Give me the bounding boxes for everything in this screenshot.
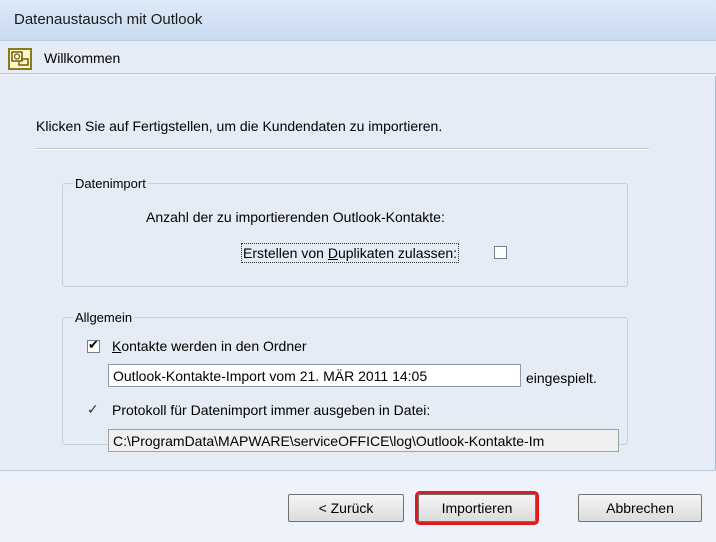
outlook-import-icon	[8, 48, 32, 70]
duplicates-label-part: Erstellen von	[243, 245, 328, 261]
allgemein-legend: Allgemein	[75, 310, 133, 325]
window-title-bar: Datenaustausch mit Outlook	[0, 0, 716, 40]
wizard-footer: < Zurück Importieren Abbrechen	[0, 470, 716, 542]
wizard-content: Klicken Sie auf Fertigstellen, um die Ku…	[0, 76, 716, 470]
duplicates-checkbox[interactable]	[494, 246, 507, 259]
contacts-folder-label[interactable]: Kontakte werden in den Ordner	[112, 338, 307, 354]
folder-suffix-label: eingespielt.	[526, 370, 597, 386]
folder-name-input[interactable]: Outlook-Kontakte-Import vom 21. MÄR 2011…	[108, 364, 521, 387]
contact-count-label: Anzahl der zu importierenden Outlook-Kon…	[146, 209, 445, 225]
duplicates-label[interactable]: Erstellen von Duplikaten zulassen:	[240, 243, 460, 263]
import-button[interactable]: Importieren	[418, 494, 536, 522]
cancel-button[interactable]: Abbrechen	[578, 494, 702, 522]
protocol-label: Protokoll für Datenimport immer ausgeben…	[112, 402, 431, 418]
datenimport-legend: Datenimport	[75, 176, 146, 191]
duplicates-label-part: uplikaten zulassen:	[337, 245, 458, 261]
contacts-accel-key: K	[112, 338, 122, 354]
contacts-label-part: ontakte werden in den Ordner	[121, 338, 307, 354]
window-title: Datenaustausch mit Outlook	[14, 11, 203, 28]
header-title: Willkommen	[44, 50, 121, 66]
wizard-header: Willkommen	[0, 40, 716, 74]
duplicates-accel-key: D	[327, 245, 338, 261]
protocol-path-field: C:\ProgramData\MAPWARE\serviceOFFICE\log…	[108, 429, 619, 452]
protocol-check-icon: ✓	[87, 402, 99, 418]
wizard-page: Willkommen Klicken Sie auf Fertigstellen…	[0, 40, 716, 542]
contacts-folder-checkbox[interactable]	[87, 338, 100, 353]
back-button[interactable]: < Zurück	[288, 494, 404, 522]
datenimport-group: Datenimport	[62, 176, 628, 287]
intro-text: Klicken Sie auf Fertigstellen, um die Ku…	[36, 118, 443, 134]
divider	[36, 148, 649, 150]
